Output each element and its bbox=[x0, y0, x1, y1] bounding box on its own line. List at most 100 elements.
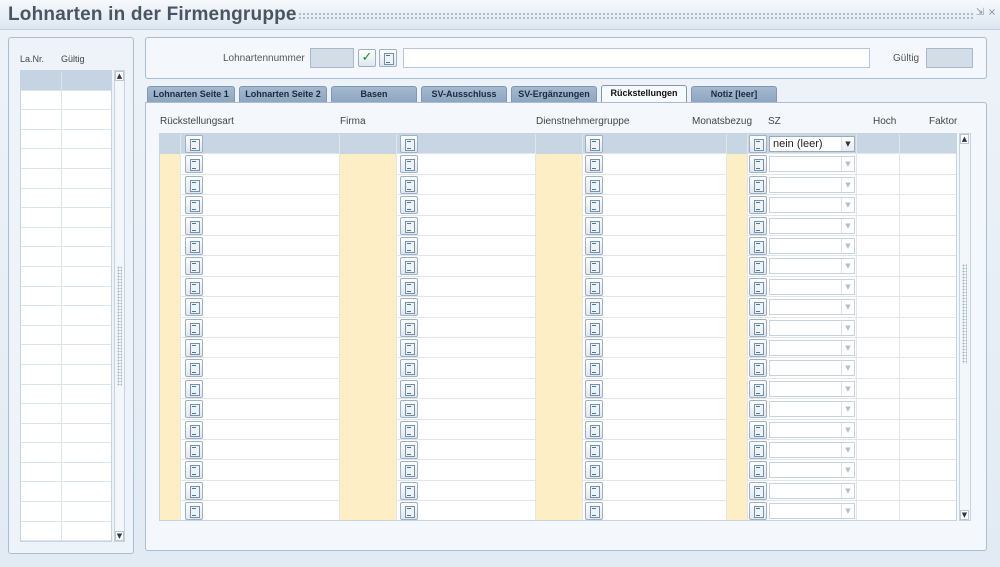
chevron-down-icon[interactable]: ▼ bbox=[841, 402, 854, 417]
firma-text-cell[interactable] bbox=[419, 317, 536, 338]
rueckstellungsart-text-cell[interactable] bbox=[204, 378, 340, 400]
monatsbezug-lookup-icon[interactable] bbox=[749, 318, 767, 337]
firma-code-cell[interactable] bbox=[340, 174, 397, 196]
firma-code-cell[interactable] bbox=[340, 134, 397, 155]
lohnarten-list[interactable] bbox=[20, 70, 112, 542]
tab-lohnarten-seite-2[interactable]: Lohnarten Seite 2 bbox=[239, 86, 327, 102]
gueltig-cell[interactable] bbox=[62, 287, 111, 306]
dienstnehmergruppe-code-cell[interactable] bbox=[536, 154, 583, 175]
firma-lookup-icon[interactable] bbox=[400, 257, 418, 276]
rueckstellungsart-text-cell[interactable] bbox=[204, 134, 340, 155]
sz-select[interactable]: ▼ bbox=[769, 319, 855, 336]
rueckstellungsart-lookup-icon[interactable] bbox=[185, 196, 203, 215]
gueltig-cell[interactable] bbox=[62, 385, 111, 404]
scroll-down-button[interactable]: ▼ bbox=[115, 531, 124, 541]
gueltig-cell[interactable] bbox=[62, 482, 111, 501]
dienstnehmergruppe-text-cell[interactable] bbox=[604, 317, 727, 338]
monatsbezug-code-cell[interactable] bbox=[727, 256, 748, 277]
sz-select[interactable]: ▼ bbox=[769, 299, 855, 316]
faktor-cell[interactable] bbox=[900, 154, 956, 174]
chevron-down-icon[interactable]: ▼ bbox=[841, 300, 854, 315]
minimize-icon[interactable]: ⇲ bbox=[975, 8, 985, 18]
rueckstellungsart-lookup-icon[interactable] bbox=[185, 441, 203, 459]
firma-lookup-icon[interactable] bbox=[400, 175, 418, 194]
dienstnehmergruppe-code-cell[interactable] bbox=[536, 174, 583, 196]
table-row[interactable]: ▼ bbox=[160, 154, 956, 175]
monatsbezug-code-cell[interactable] bbox=[727, 338, 748, 359]
rueckstellungsart-text-cell[interactable] bbox=[204, 215, 340, 236]
table-row[interactable]: ▼ bbox=[160, 501, 956, 520]
monatsbezug-code-cell[interactable] bbox=[727, 399, 748, 420]
la-nr-cell[interactable] bbox=[21, 404, 62, 423]
gueltig-cell[interactable] bbox=[62, 110, 111, 129]
rueckstellungsart-text-cell[interactable] bbox=[204, 154, 340, 175]
gueltig-cell[interactable] bbox=[62, 365, 111, 384]
firma-lookup-icon[interactable] bbox=[400, 502, 418, 520]
dienstnehmergruppe-lookup-icon[interactable] bbox=[585, 339, 603, 357]
rueckstellungsart-lookup-icon[interactable] bbox=[185, 502, 203, 520]
table-row[interactable]: ▼ bbox=[160, 256, 956, 277]
gueltig-cell[interactable] bbox=[62, 463, 111, 482]
rueckstellungsart-code-cell[interactable] bbox=[160, 276, 181, 298]
monatsbezug-lookup-icon[interactable] bbox=[749, 196, 767, 215]
tab-rueckstellungen[interactable]: Rückstellungen bbox=[601, 85, 687, 103]
table-row[interactable]: ▼ bbox=[160, 378, 956, 400]
dienstnehmergruppe-code-cell[interactable] bbox=[536, 297, 583, 318]
list-item[interactable] bbox=[21, 208, 111, 228]
gueltig-cell[interactable] bbox=[62, 189, 111, 208]
gueltig-cell[interactable] bbox=[62, 267, 111, 286]
monatsbezug-lookup-icon[interactable] bbox=[749, 237, 767, 255]
rueckstellungen-grid[interactable]: nein (leer) ▼ ▼ ▼ ▼ ▼ ▼ ▼ ▼ ▼ ▼ ▼ ▼ ▼ ▼ ▼ ▼ ▼ ▼ ▼ bbox=[159, 133, 957, 521]
monatsbezug-code-cell[interactable] bbox=[727, 440, 748, 461]
sz-select[interactable]: ▼ bbox=[769, 442, 855, 458]
gueltig-cell[interactable] bbox=[62, 247, 111, 266]
dienstnehmergruppe-text-cell[interactable] bbox=[604, 399, 727, 420]
la-nr-cell[interactable] bbox=[21, 149, 62, 168]
firma-code-cell[interactable] bbox=[340, 195, 397, 216]
table-row[interactable]: ▼ bbox=[160, 215, 956, 236]
table-row[interactable]: ▼ bbox=[160, 399, 956, 420]
hoch-cell[interactable] bbox=[856, 297, 900, 318]
list-scrollbar[interactable]: ▲ ▼ bbox=[114, 70, 125, 542]
firma-text-cell[interactable] bbox=[419, 297, 536, 318]
hoch-cell[interactable] bbox=[856, 195, 900, 216]
sz-select[interactable]: ▼ bbox=[769, 217, 855, 234]
rueckstellungsart-lookup-icon[interactable] bbox=[185, 257, 203, 276]
lookup-list-icon[interactable] bbox=[379, 49, 397, 67]
faktor-cell[interactable] bbox=[900, 440, 956, 460]
firma-text-cell[interactable] bbox=[419, 501, 536, 520]
sz-select[interactable]: ▼ bbox=[769, 462, 855, 479]
dienstnehmergruppe-code-cell[interactable] bbox=[536, 460, 583, 481]
list-item[interactable] bbox=[21, 168, 111, 189]
firma-code-cell[interactable] bbox=[340, 399, 397, 420]
dienstnehmergruppe-lookup-icon[interactable] bbox=[585, 155, 603, 174]
tab-lohnarten-seite-1[interactable]: Lohnarten Seite 1 bbox=[147, 86, 235, 102]
table-row[interactable]: ▼ bbox=[160, 419, 956, 440]
list-item[interactable] bbox=[21, 247, 111, 267]
lohnartennummer-input[interactable] bbox=[310, 48, 354, 68]
tab-sv-ergaenzungen[interactable]: SV-Ergänzungen bbox=[511, 86, 597, 102]
monatsbezug-lookup-icon[interactable] bbox=[749, 400, 767, 419]
rueckstellungsart-code-cell[interactable] bbox=[160, 419, 181, 440]
monatsbezug-lookup-icon[interactable] bbox=[749, 481, 767, 500]
rueckstellungsart-lookup-icon[interactable] bbox=[185, 155, 203, 174]
table-row[interactable]: ▼ bbox=[160, 236, 956, 257]
firma-text-cell[interactable] bbox=[419, 378, 536, 400]
dienstnehmergruppe-lookup-icon[interactable] bbox=[585, 379, 603, 398]
table-row[interactable]: ▼ bbox=[160, 317, 956, 338]
list-item[interactable] bbox=[21, 286, 111, 307]
chevron-down-icon[interactable]: ▼ bbox=[841, 218, 854, 233]
la-nr-cell[interactable] bbox=[21, 168, 62, 188]
list-item[interactable] bbox=[21, 188, 111, 209]
chevron-down-icon[interactable]: ▼ bbox=[841, 463, 854, 478]
gueltig-cell[interactable] bbox=[62, 326, 111, 345]
faktor-cell[interactable] bbox=[900, 216, 956, 236]
firma-text-cell[interactable] bbox=[419, 174, 536, 196]
monatsbezug-code-cell[interactable] bbox=[727, 195, 748, 216]
list-item[interactable] bbox=[21, 149, 111, 169]
dienstnehmergruppe-lookup-icon[interactable] bbox=[585, 461, 603, 480]
lohnart-description-input[interactable] bbox=[403, 48, 870, 68]
rueckstellungsart-code-cell[interactable] bbox=[160, 399, 181, 420]
firma-code-cell[interactable] bbox=[340, 501, 397, 520]
la-nr-cell[interactable] bbox=[21, 443, 62, 462]
